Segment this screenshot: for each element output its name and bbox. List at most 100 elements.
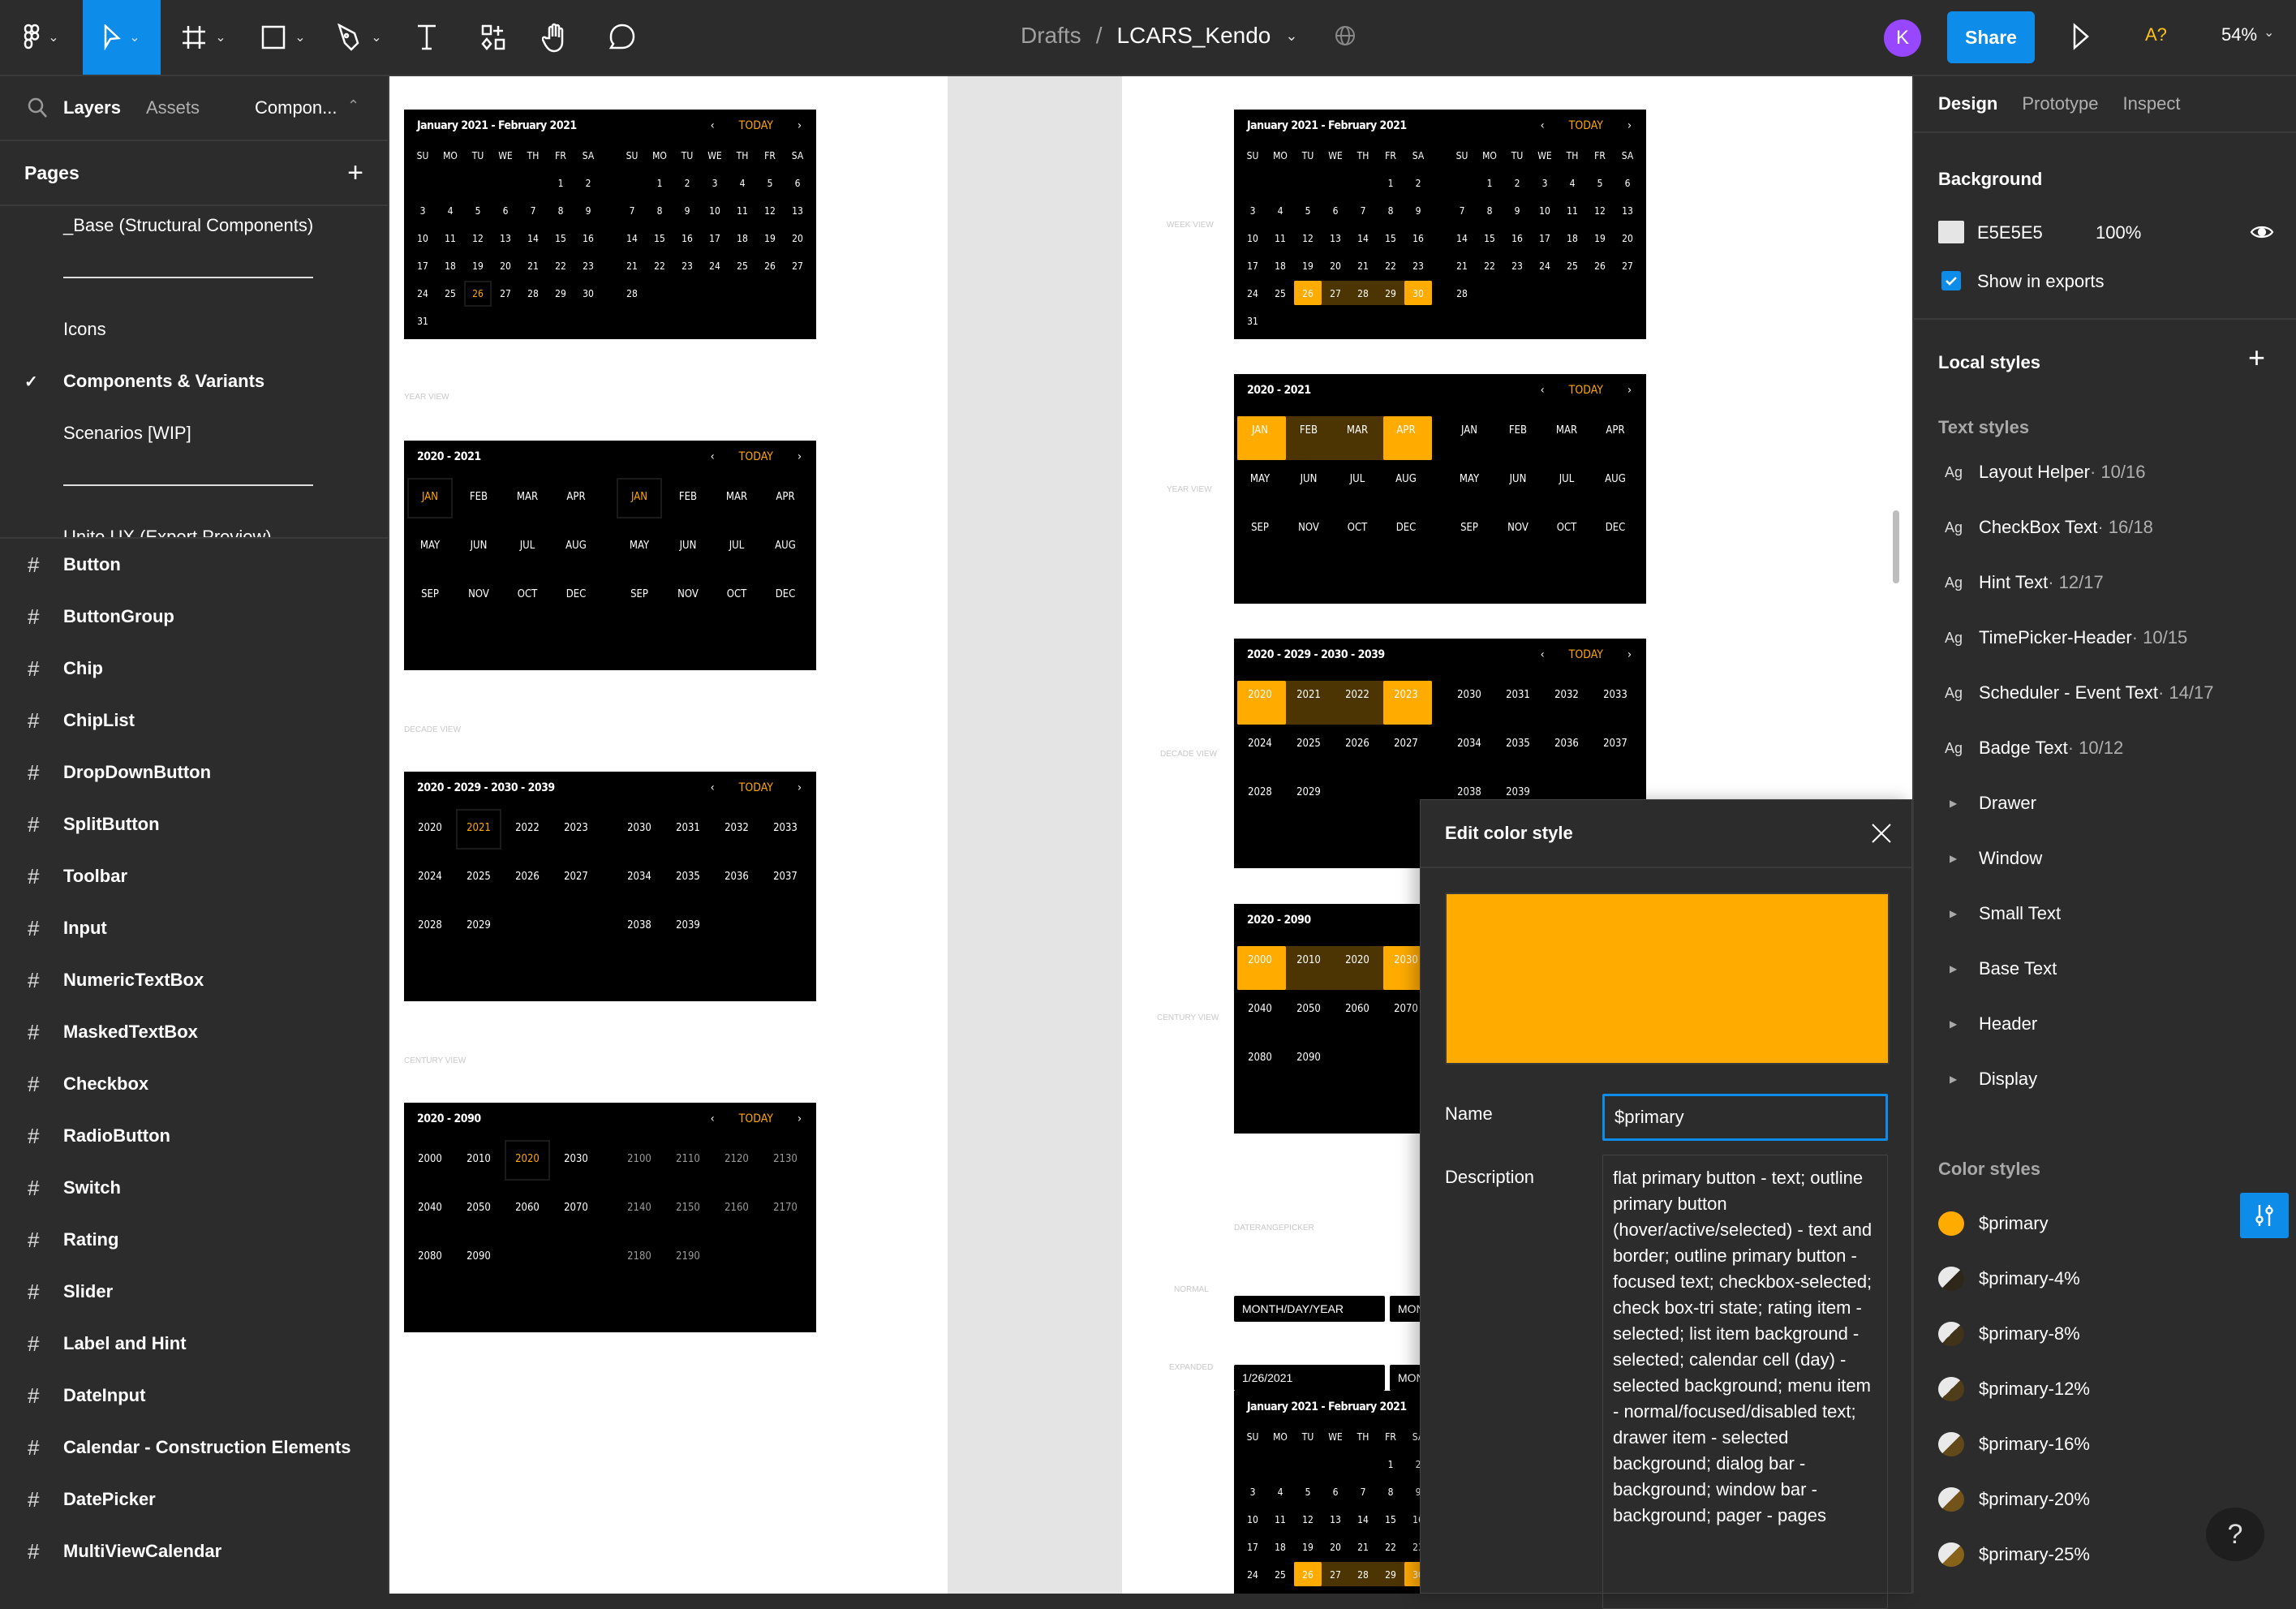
layer-item[interactable]: # MaskedTextBox <box>0 1006 388 1058</box>
calendar-cell[interactable]: 2032 <box>1544 689 1589 701</box>
calendar-cell[interactable]: 2022 <box>1335 689 1380 701</box>
calendar-cell[interactable]: 2050 <box>456 1202 501 1214</box>
page-item[interactable]: Scenarios [WIP] <box>0 407 388 459</box>
add-style-icon[interactable]: + <box>2248 341 2265 375</box>
calendar-day[interactable]: 16 <box>1503 233 1531 244</box>
calendar-cell[interactable]: JAN <box>1237 424 1283 437</box>
chevron-left-icon[interactable]: ‹ <box>1541 384 1545 397</box>
calendar-cell[interactable]: 2039 <box>1495 786 1541 798</box>
tab-assets[interactable]: Assets <box>146 97 200 118</box>
calendar-day[interactable]: 17 <box>409 260 436 272</box>
text-style-group[interactable]: ▶ Drawer <box>1938 787 2036 820</box>
calendar-day[interactable]: 7 <box>1349 1486 1377 1498</box>
calendar-cell[interactable]: AUG <box>763 540 808 552</box>
calendar-cell[interactable]: 2120 <box>714 1153 759 1165</box>
calendar-day[interactable]: 30 <box>574 288 602 299</box>
calendar-day[interactable]: 17 <box>701 233 729 244</box>
calendar-day[interactable]: 11 <box>1266 1514 1294 1525</box>
calendar-day[interactable]: 17 <box>1239 1542 1266 1553</box>
calendar-cell[interactable]: 2021 <box>1286 689 1331 701</box>
calendar-day[interactable]: 13 <box>784 205 811 217</box>
background-hex[interactable]: E5E5E5 <box>1977 222 2043 243</box>
calendar-cell[interactable]: 2028 <box>407 919 453 931</box>
calendar-day[interactable]: 19 <box>756 233 784 244</box>
calendar-day[interactable]: 26 <box>756 260 784 272</box>
calendar-day[interactable]: 1 <box>1377 178 1404 189</box>
calendar-day[interactable]: 29 <box>1377 288 1404 299</box>
page-item[interactable]: ✓ Components & Variants <box>0 355 388 407</box>
calendar-cell[interactable]: DEC <box>1383 522 1429 534</box>
calendar-day[interactable]: 5 <box>1294 205 1322 217</box>
show-in-exports-checkbox[interactable] <box>1941 271 1961 290</box>
calendar-day[interactable]: 7 <box>519 205 547 217</box>
calendar-cell[interactable]: 2027 <box>553 871 599 883</box>
calendar-day[interactable]: 25 <box>1559 260 1586 272</box>
layer-item[interactable]: # ChipList <box>0 695 388 746</box>
calendar-cell[interactable]: JUN <box>1286 473 1331 485</box>
end-date-input[interactable]: MONT <box>1390 1296 1422 1322</box>
calendar-cell[interactable]: MAR <box>1335 424 1380 437</box>
calendar-day[interactable]: 1 <box>646 178 673 189</box>
calendar-cell[interactable]: 2027 <box>1383 738 1429 750</box>
layer-item[interactable]: # MultiViewCalendar <box>0 1525 388 1577</box>
calendar-day[interactable]: 22 <box>1476 260 1503 272</box>
calendar-day[interactable]: 17 <box>1531 233 1559 244</box>
calendar-cell[interactable]: 2020 <box>1335 954 1380 966</box>
calendar-day[interactable]: 11 <box>1559 205 1586 217</box>
calendar-day[interactable]: 8 <box>646 205 673 217</box>
calendar-cell[interactable]: DEC <box>1593 522 1638 534</box>
calendar-day[interactable]: 10 <box>409 233 436 244</box>
zoom-dropdown[interactable]: 54% ⌄ <box>2221 24 2274 45</box>
calendar-cell[interactable]: 2026 <box>1335 738 1380 750</box>
calendar-day[interactable]: 20 <box>1614 233 1641 244</box>
calendar-cell[interactable]: OCT <box>1544 522 1589 534</box>
calendar-day[interactable]: 22 <box>1377 1542 1404 1553</box>
calendar-cell[interactable]: 2080 <box>1237 1052 1283 1064</box>
calendar-day[interactable]: 23 <box>574 260 602 272</box>
calendar-cell[interactable]: 2039 <box>665 919 711 931</box>
globe-icon[interactable] <box>1335 25 1356 46</box>
calendar-day[interactable]: 15 <box>646 233 673 244</box>
tab-inspect[interactable]: Inspect <box>2123 93 2181 114</box>
calendar-day[interactable]: 4 <box>1266 1486 1294 1498</box>
calendar-day[interactable]: 4 <box>729 178 756 189</box>
calendar-cell[interactable]: 2110 <box>665 1153 711 1165</box>
chevron-right-icon[interactable]: › <box>798 781 802 794</box>
calendar-cell[interactable]: AUG <box>1593 473 1638 485</box>
calendar-cell[interactable]: 2100 <box>617 1153 662 1165</box>
eye-icon[interactable] <box>2250 222 2274 242</box>
calendar-cell[interactable]: 2010 <box>456 1153 501 1165</box>
calendar-day[interactable]: 18 <box>1266 260 1294 272</box>
calendar-day[interactable]: 12 <box>1294 233 1322 244</box>
calendar-cell[interactable]: JAN <box>1447 424 1492 437</box>
calendar-day[interactable]: 5 <box>756 178 784 189</box>
background-swatch[interactable] <box>1938 221 1964 243</box>
add-page-icon[interactable]: + <box>347 157 363 189</box>
calendar-cell[interactable]: 2030 <box>1447 689 1492 701</box>
calendar-day[interactable]: 15 <box>1377 233 1404 244</box>
calendar-day[interactable]: 4 <box>1266 205 1294 217</box>
layer-item[interactable]: # Label and Hint <box>0 1318 388 1370</box>
calendar-day[interactable]: 6 <box>784 178 811 189</box>
end-date-input[interactable]: MONT <box>1390 1365 1422 1391</box>
calendar-cell[interactable]: 2150 <box>665 1202 711 1214</box>
calendar-day[interactable]: 22 <box>1377 260 1404 272</box>
calendar-day[interactable]: 26 <box>1586 260 1614 272</box>
calendar-day[interactable]: 2 <box>574 178 602 189</box>
calendar-cell[interactable]: MAR <box>714 491 759 503</box>
color-style-item[interactable]: $primary-25% <box>1938 1538 2090 1571</box>
calendar-cell[interactable]: 2025 <box>456 871 501 883</box>
calendar-cell[interactable]: 2038 <box>617 919 662 931</box>
text-style-group[interactable]: ▶ Display <box>1938 1063 2037 1095</box>
calendar-cell[interactable]: MAY <box>617 540 662 552</box>
calendar-cell[interactable]: 2033 <box>763 822 808 834</box>
calendar-cell[interactable]: 2035 <box>1495 738 1541 750</box>
move-tool-button[interactable]: ⌄ <box>83 0 161 75</box>
calendar-day[interactable]: 4 <box>436 205 464 217</box>
calendar-cell[interactable]: 2031 <box>1495 689 1541 701</box>
calendar-cell[interactable]: 2060 <box>505 1202 550 1214</box>
calendar-day[interactable]: 18 <box>436 260 464 272</box>
calendar-day[interactable]: 6 <box>1322 205 1349 217</box>
layer-item[interactable]: # SplitButton <box>0 798 388 850</box>
calendar-day[interactable]: 24 <box>409 288 436 299</box>
